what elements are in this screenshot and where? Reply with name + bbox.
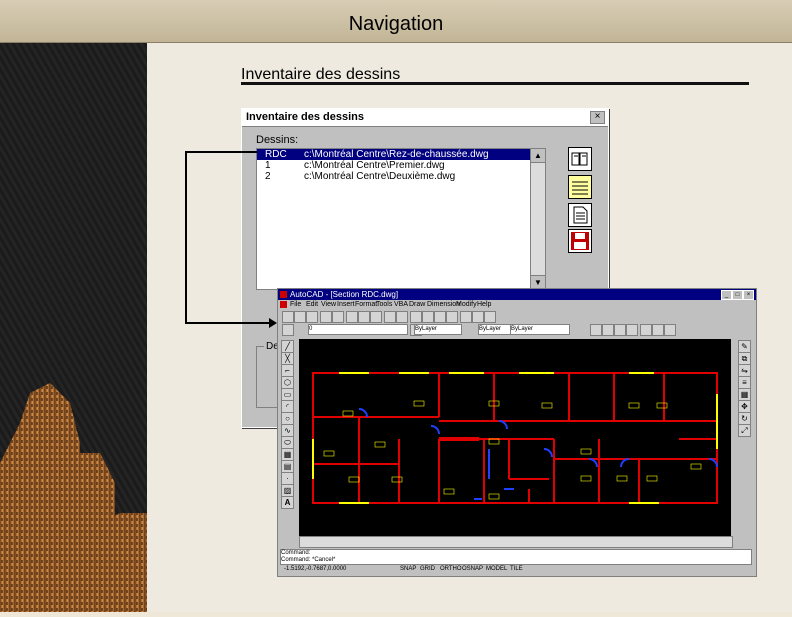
zoom-icon[interactable]: [422, 311, 434, 323]
save-icon[interactable]: [568, 229, 592, 253]
connector-line: [185, 151, 257, 153]
draw-toolbar: ╱ ╳ ⌐ ⬡ ▭ ◜ ○ ∿ ⬭ ▦ ▤ · ▨ A: [281, 340, 294, 509]
new-icon[interactable]: [282, 311, 294, 323]
command-line[interactable]: Command: Command: *Cancel*: [280, 549, 752, 565]
autocad-title: AutoCAD - [Section RDC.dwg]: [290, 290, 399, 299]
autocad-titlebar: AutoCAD - [Section RDC.dwg] _ □ ×: [278, 289, 756, 300]
layer-off-icon[interactable]: [652, 324, 664, 336]
heading-underline: [241, 82, 749, 85]
dialog-titlebar: Inventaire des dessins ×: [242, 109, 608, 127]
coordinates-readout: -1.5192,-0.7687,0.0000: [284, 566, 347, 572]
ortho-toggle[interactable]: ORTHO: [440, 565, 462, 574]
decorative-cityscape: [0, 43, 147, 612]
menu-edit[interactable]: Edit: [306, 300, 318, 310]
connector-line: [185, 151, 187, 323]
drawing-number: RDC: [265, 149, 287, 160]
color-combo[interactable]: ByLayer: [414, 324, 462, 335]
list-item[interactable]: 1 c:\Montréal Centre\Premier.dwg: [257, 160, 531, 171]
list-item[interactable]: RDC c:\Montréal Centre\Rez-de-chaussée.d…: [257, 149, 531, 160]
text-tool-icon[interactable]: A: [281, 496, 294, 509]
status-bar: -1.5192,-0.7687,0.0000 SNAP GRID ORTHO O…: [280, 565, 750, 574]
area-icon[interactable]: [614, 324, 626, 336]
scale-icon[interactable]: ⤢: [738, 424, 751, 437]
undo-icon[interactable]: [384, 311, 396, 323]
list-icon[interactable]: [568, 175, 592, 199]
command-prompt-line: Command: *Cancel*: [281, 557, 336, 563]
save-icon[interactable]: [306, 311, 318, 323]
freeze-icon[interactable]: [664, 324, 676, 336]
page-title: Navigation: [348, 13, 444, 35]
book-icon[interactable]: [568, 147, 592, 171]
autocad-logo-icon: [280, 291, 287, 298]
menu-bar: File Edit View Insert Format Tools VBA D…: [278, 300, 756, 310]
drawing-path: c:\Montréal Centre\Deuxième.dwg: [304, 171, 456, 182]
zoom-previous-icon[interactable]: [446, 311, 458, 323]
snap-toggle[interactable]: SNAP: [400, 565, 416, 574]
standard-toolbar: [280, 311, 750, 323]
drawings-label: Dessins:: [256, 134, 299, 146]
scroll-down-arrow-icon[interactable]: ▼: [531, 275, 545, 289]
drawing-path: c:\Montréal Centre\Premier.dwg: [304, 160, 445, 171]
cut-icon[interactable]: [346, 311, 358, 323]
zoom-window-icon[interactable]: [434, 311, 446, 323]
skyline-illustration: [0, 383, 147, 612]
layers-icon[interactable]: [282, 324, 294, 336]
maximize-button[interactable]: □: [732, 290, 743, 300]
menu-file[interactable]: File: [290, 300, 301, 310]
properties-toolbar: 0 ByLayer ByLayer ByLayer: [280, 324, 750, 336]
help-icon[interactable]: [484, 311, 496, 323]
list-item[interactable]: 2 c:\Montréal Centre\Deuxième.dwg: [257, 171, 531, 182]
close-button[interactable]: ×: [743, 290, 754, 300]
modify-toolbar: ✎ ⧉ ⇋ ≡ ▦ ✥ ↻ ⤢: [738, 340, 751, 437]
lineweight-combo[interactable]: ByLayer: [510, 324, 570, 335]
design-center-icon[interactable]: [472, 311, 484, 323]
menu-vba[interactable]: VBA: [394, 300, 408, 310]
listbox-scrollbar[interactable]: ▲ ▼: [530, 148, 546, 290]
menu-view[interactable]: View: [321, 300, 336, 310]
grid-toggle[interactable]: GRID: [420, 565, 435, 574]
properties-icon[interactable]: [460, 311, 472, 323]
scroll-up-arrow-icon[interactable]: ▲: [531, 149, 545, 163]
minimize-button[interactable]: _: [721, 290, 732, 300]
menu-insert[interactable]: Insert: [337, 300, 355, 310]
drawing-number: 2: [265, 171, 271, 182]
open-icon[interactable]: [294, 311, 306, 323]
drawings-listbox[interactable]: RDC c:\Montréal Centre\Rez-de-chaussée.d…: [256, 148, 532, 290]
document-icon: [280, 301, 287, 308]
match-properties-icon[interactable]: [590, 324, 602, 336]
lock-icon[interactable]: [640, 324, 652, 336]
copy-icon[interactable]: [358, 311, 370, 323]
horizontal-scrollbar[interactable]: [299, 536, 733, 548]
menu-tools[interactable]: Tools: [376, 300, 392, 310]
header-bar: Navigation: [0, 0, 792, 43]
floor-plan: [312, 372, 718, 504]
list-icon[interactable]: [626, 324, 638, 336]
menu-help[interactable]: Help: [477, 300, 491, 310]
autocad-window: AutoCAD - [Section RDC.dwg] _ □ × File E…: [277, 288, 757, 577]
tile-toggle[interactable]: TILE: [510, 565, 523, 574]
redo-icon[interactable]: [396, 311, 408, 323]
pan-icon[interactable]: [410, 311, 422, 323]
menu-format[interactable]: Format: [355, 300, 377, 310]
paste-icon[interactable]: [370, 311, 382, 323]
command-history-line: Command:: [281, 550, 311, 556]
arrow-head-icon: [269, 318, 277, 328]
document-icon[interactable]: [568, 203, 592, 227]
distance-icon[interactable]: [602, 324, 614, 336]
connector-line: [185, 322, 271, 324]
drawing-canvas[interactable]: [299, 339, 731, 536]
preview-icon[interactable]: [332, 311, 344, 323]
close-button[interactable]: ×: [590, 111, 605, 124]
menu-draw[interactable]: Draw: [409, 300, 425, 310]
osnap-toggle[interactable]: OSNAP: [462, 565, 483, 574]
print-icon[interactable]: [320, 311, 332, 323]
drawing-path: c:\Montréal Centre\Rez-de-chaussée.dwg: [304, 149, 489, 160]
drawing-number: 1: [265, 160, 271, 171]
layer-combo[interactable]: 0: [308, 324, 408, 335]
menu-modify[interactable]: Modify: [456, 300, 477, 310]
model-toggle[interactable]: MODEL: [486, 565, 507, 574]
dialog-title: Inventaire des dessins: [246, 111, 364, 123]
